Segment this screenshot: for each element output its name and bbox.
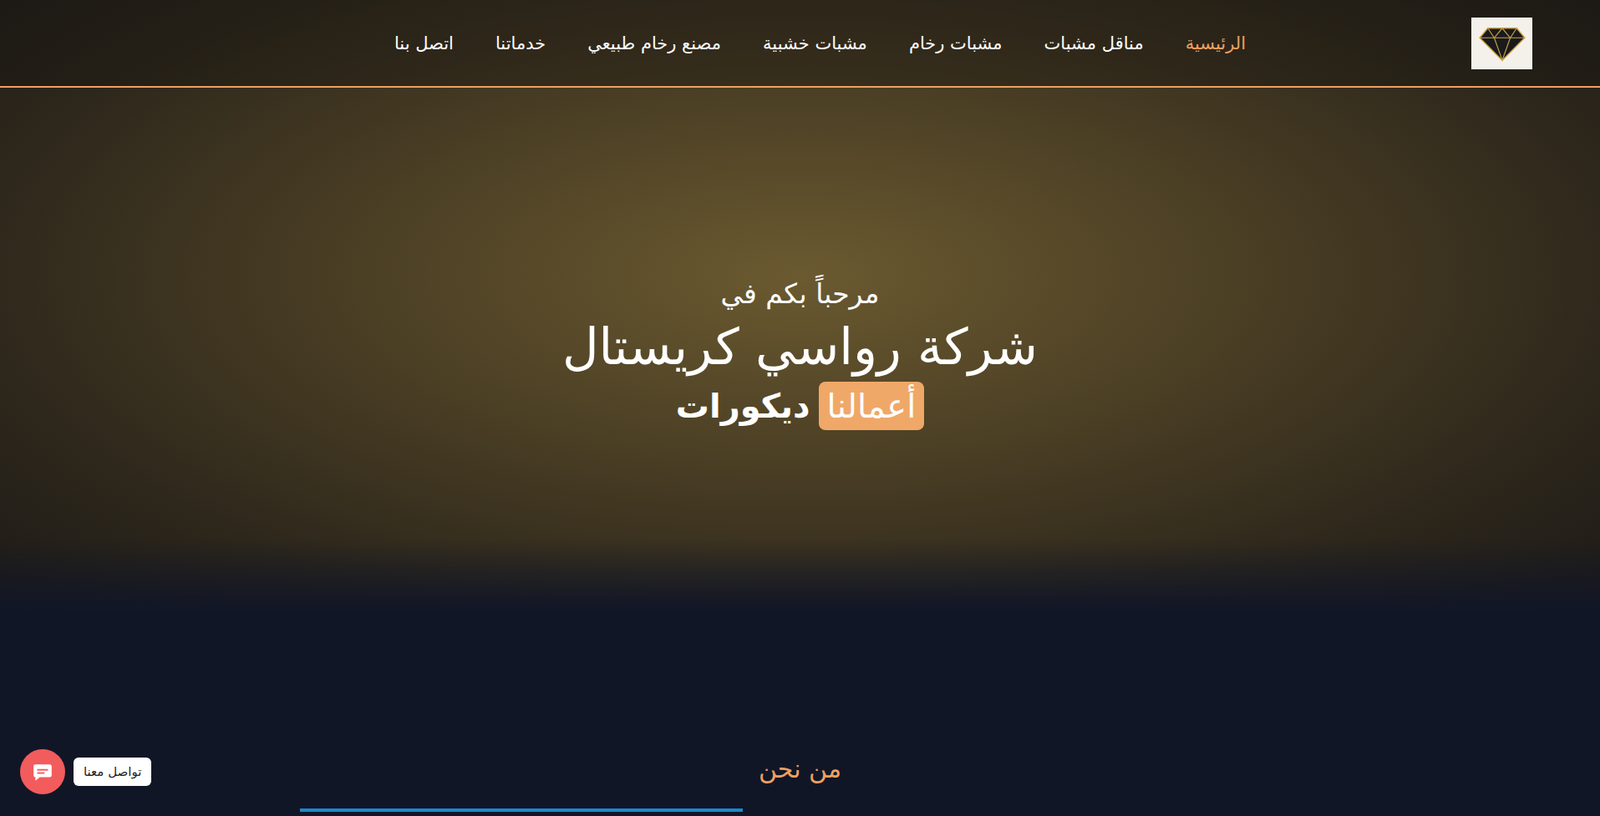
logo[interactable] <box>1471 17 1533 70</box>
nav-item[interactable]: الرئيسية <box>1185 28 1246 59</box>
chat-icon <box>31 761 54 783</box>
hero-title: شركة رواسي كريستال <box>562 315 1038 379</box>
page: الرئيسية مناقل مشبات مشبات رخام مشبات خشبية… <box>0 0 1600 816</box>
about-section: من نحن <box>0 612 1600 813</box>
highlight-badge: أعمالنا <box>818 381 925 431</box>
chat-button[interactable] <box>20 749 66 795</box>
diamond-icon <box>1478 23 1527 64</box>
nav-item[interactable]: مناقل مشبات <box>1044 28 1144 59</box>
greeting: مرحباً بكم في <box>721 276 880 313</box>
chat-label[interactable]: تواصل معنا <box>73 757 152 787</box>
nav-item[interactable]: اتصل بنا <box>394 28 454 59</box>
nav-item[interactable]: مصنع رخام طبيعي <box>587 28 722 59</box>
divider-line <box>299 808 743 813</box>
hero-text: مرحباً بكم فيشركة رواسي كريستالأعمالنادي… <box>0 87 1600 613</box>
nav-bar: الرئيسية مناقل مشبات مشبات رخام مشبات خشبية… <box>0 0 1600 88</box>
typed-word: ديكورات <box>675 386 811 426</box>
nav-item[interactable]: مشبات رخام <box>909 28 1003 59</box>
nav-menu: الرئيسية مناقل مشبات مشبات رخام مشبات خشبية… <box>394 28 1246 59</box>
nav-item[interactable]: مشبات خشبية <box>762 28 868 59</box>
about-title: من نحن <box>758 752 842 786</box>
chat-widget[interactable]: تواصل معنا <box>20 749 152 795</box>
nav-item[interactable]: خدماتنا <box>495 28 546 59</box>
hero: الرئيسية مناقل مشبات مشبات رخام مشبات خشبية… <box>0 0 1600 613</box>
typed-line: أعمالناديكورات <box>675 381 925 431</box>
